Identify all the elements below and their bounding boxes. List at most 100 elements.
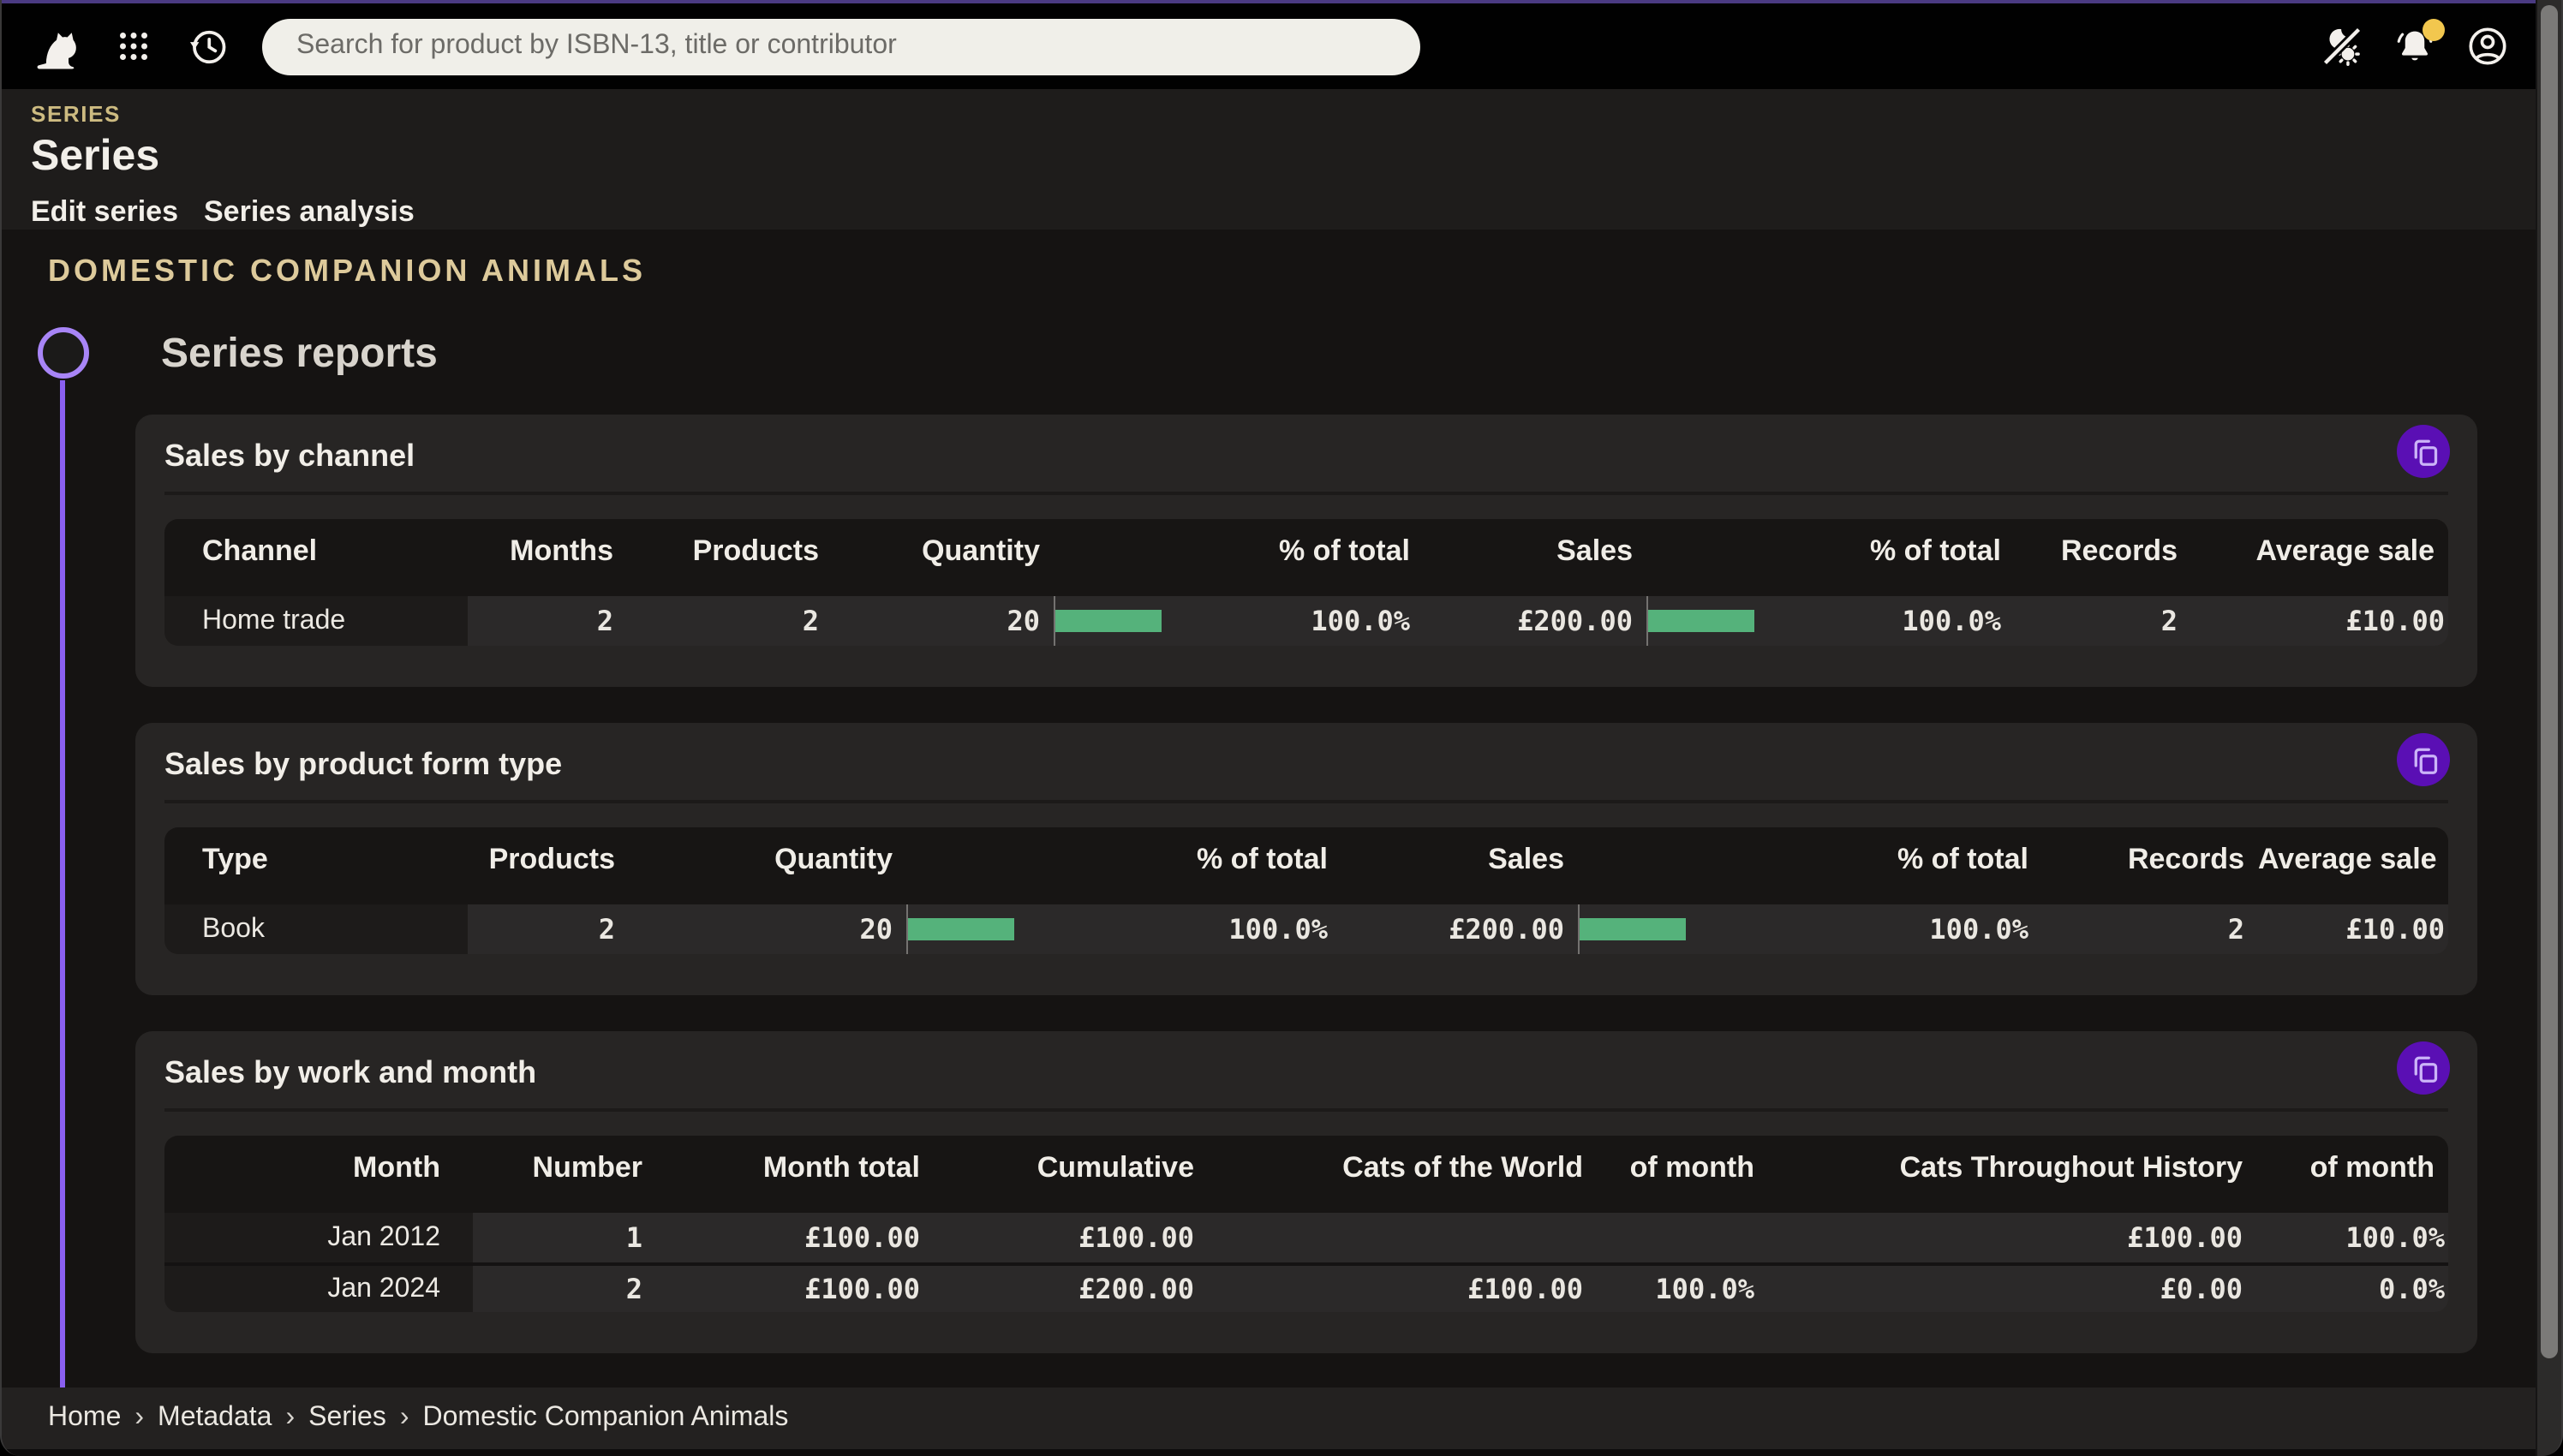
breadcrumb-item-current-page: Domestic Companion Animals bbox=[423, 1403, 789, 1434]
cell-cats-throughout-history: £0.00 bbox=[1768, 1262, 2256, 1312]
cell-month-total: £100.00 bbox=[656, 1262, 934, 1312]
cell-cumulative: £100.00 bbox=[934, 1213, 1208, 1262]
report-card-sales-by-channel: Sales by channel bbox=[135, 415, 2477, 687]
app-logo-button[interactable] bbox=[36, 21, 77, 71]
table-row: Jan 2024 2 £100.00 £200.00 £100.00 100.0… bbox=[164, 1262, 2448, 1312]
cell-sales-pct: 100.0% bbox=[1838, 596, 2015, 646]
copy-report-button[interactable] bbox=[2397, 1041, 2450, 1095]
timeline-line bbox=[60, 380, 65, 1387]
apps-grid-icon bbox=[116, 29, 151, 63]
copy-report-button[interactable] bbox=[2397, 425, 2450, 478]
column-header-quantity: Quantity bbox=[629, 827, 906, 904]
top-navigation-bar bbox=[2, 3, 2561, 89]
cell-sales-pct: 100.0% bbox=[1732, 904, 2042, 954]
report-card-sales-by-work-and-month: Sales by work and month bbox=[135, 1031, 2477, 1353]
cell-products: 2 bbox=[627, 596, 833, 646]
cell-type: Book bbox=[164, 904, 468, 954]
cell-of-month bbox=[1597, 1213, 1768, 1262]
notifications-button[interactable] bbox=[2393, 25, 2436, 68]
cell-records: 2 bbox=[2015, 596, 2191, 646]
cell-quantity: 20 bbox=[833, 596, 1054, 646]
scrollbar-thumb[interactable] bbox=[2541, 5, 2558, 1358]
column-header-quantity-bar bbox=[1054, 519, 1244, 596]
cell-quantity-pct: 100.0% bbox=[1244, 596, 1424, 646]
copy-icon bbox=[2408, 1053, 2439, 1083]
cell-quantity-bar bbox=[1054, 596, 1244, 646]
table-header-row: Type Products Quantity % of total Sales … bbox=[164, 827, 2448, 904]
apps-menu-button[interactable] bbox=[116, 29, 151, 63]
cell-month: Jan 2012 bbox=[164, 1213, 473, 1262]
breadcrumb-item-series[interactable]: Series bbox=[308, 1403, 386, 1434]
column-header-records: Records bbox=[2015, 519, 2191, 596]
column-header-products: Products bbox=[468, 827, 629, 904]
cell-number: 2 bbox=[473, 1262, 656, 1312]
series-name-heading: DOMESTIC COMPANION ANIMALS bbox=[48, 254, 2561, 289]
cell-sales: £200.00 bbox=[1341, 904, 1578, 954]
history-button[interactable] bbox=[187, 25, 230, 68]
cell-month: Jan 2024 bbox=[164, 1262, 473, 1312]
column-header-average-sale: Average sale bbox=[2191, 519, 2448, 596]
cell-channel: Home trade bbox=[164, 596, 468, 646]
table-row: Book 2 20 100.0% £200.00 bbox=[164, 904, 2448, 954]
cell-month-total: £100.00 bbox=[656, 1213, 934, 1262]
account-button[interactable] bbox=[2465, 24, 2510, 69]
quantity-share-bar bbox=[1055, 610, 1162, 632]
page-title: Series bbox=[31, 132, 2561, 182]
card-title: Sales by product form type bbox=[164, 747, 2448, 783]
theme-toggle-icon bbox=[2320, 24, 2364, 69]
page-kicker: SERIES bbox=[31, 101, 2561, 127]
breadcrumb: Home › Metadata › Series › Domestic Comp… bbox=[2, 1387, 2561, 1449]
breadcrumb-separator: › bbox=[134, 1403, 144, 1434]
cell-cats-of-the-world: £100.00 bbox=[1208, 1262, 1597, 1312]
sales-by-product-form-type-table: Type Products Quantity % of total Sales … bbox=[164, 827, 2448, 954]
breadcrumb-item-metadata[interactable]: Metadata bbox=[158, 1403, 272, 1434]
column-header-channel: Channel bbox=[164, 519, 468, 596]
column-header-type: Type bbox=[164, 827, 468, 904]
timeline-marker bbox=[38, 327, 89, 379]
sales-share-bar bbox=[1580, 918, 1686, 940]
card-divider bbox=[164, 492, 2448, 495]
column-header-sales: Sales bbox=[1341, 827, 1578, 904]
sales-share-bar bbox=[1648, 610, 1754, 632]
cell-sales-bar bbox=[1578, 904, 1732, 954]
column-header-quantity-bar bbox=[906, 827, 1030, 904]
table-row: Jan 2012 1 £100.00 £100.00 £100.00 100.0… bbox=[164, 1213, 2448, 1262]
copy-icon bbox=[2408, 436, 2439, 467]
copy-icon bbox=[2408, 744, 2439, 775]
column-header-of-month: of month bbox=[2256, 1136, 2448, 1213]
report-card-sales-by-product-form-type: Sales by product form type bbox=[135, 723, 2477, 995]
card-divider bbox=[164, 800, 2448, 803]
column-header-of-month: of month bbox=[1597, 1136, 1768, 1213]
table-header-row: Month Number Month total Cumulative Cats… bbox=[164, 1136, 2448, 1213]
breadcrumb-item-home[interactable]: Home bbox=[48, 1403, 121, 1434]
breadcrumb-separator: › bbox=[400, 1403, 409, 1434]
cell-products: 2 bbox=[468, 904, 629, 954]
table-header-row: Channel Months Products Quantity % of to… bbox=[164, 519, 2448, 596]
cell-quantity-bar bbox=[906, 904, 1030, 954]
page-header: SERIES Series Edit series Series analysi… bbox=[2, 89, 2561, 230]
column-header-sales-pct: % of total bbox=[1838, 519, 2015, 596]
cell-cats-throughout-history: £100.00 bbox=[1768, 1213, 2256, 1262]
cell-average-sale: £10.00 bbox=[2258, 904, 2448, 954]
copy-report-button[interactable] bbox=[2397, 733, 2450, 786]
column-header-sales: Sales bbox=[1424, 519, 1646, 596]
cell-of-month: 0.0% bbox=[2256, 1262, 2448, 1312]
column-header-quantity: Quantity bbox=[833, 519, 1054, 596]
notification-badge bbox=[2423, 18, 2445, 40]
column-header-month: Month bbox=[164, 1136, 473, 1213]
column-header-quantity-pct: % of total bbox=[1030, 827, 1341, 904]
cell-sales: £200.00 bbox=[1424, 596, 1646, 646]
scrollbar-track[interactable] bbox=[2536, 0, 2561, 1456]
cell-months: 2 bbox=[468, 596, 627, 646]
theme-toggle-button[interactable] bbox=[2320, 24, 2364, 69]
cell-of-month: 100.0% bbox=[2256, 1213, 2448, 1262]
column-header-average-sale: Average sale bbox=[2258, 827, 2448, 904]
cell-number: 1 bbox=[473, 1213, 656, 1262]
sales-by-work-and-month-table: Month Number Month total Cumulative Cats… bbox=[164, 1136, 2448, 1312]
section-title: Series reports bbox=[161, 331, 2561, 379]
cell-of-month: 100.0% bbox=[1597, 1262, 1768, 1312]
cell-sales-bar bbox=[1646, 596, 1838, 646]
column-header-number: Number bbox=[473, 1136, 656, 1213]
search-input[interactable] bbox=[262, 18, 1420, 75]
table-row: Home trade 2 2 20 100.0% £200.00 bbox=[164, 596, 2448, 646]
